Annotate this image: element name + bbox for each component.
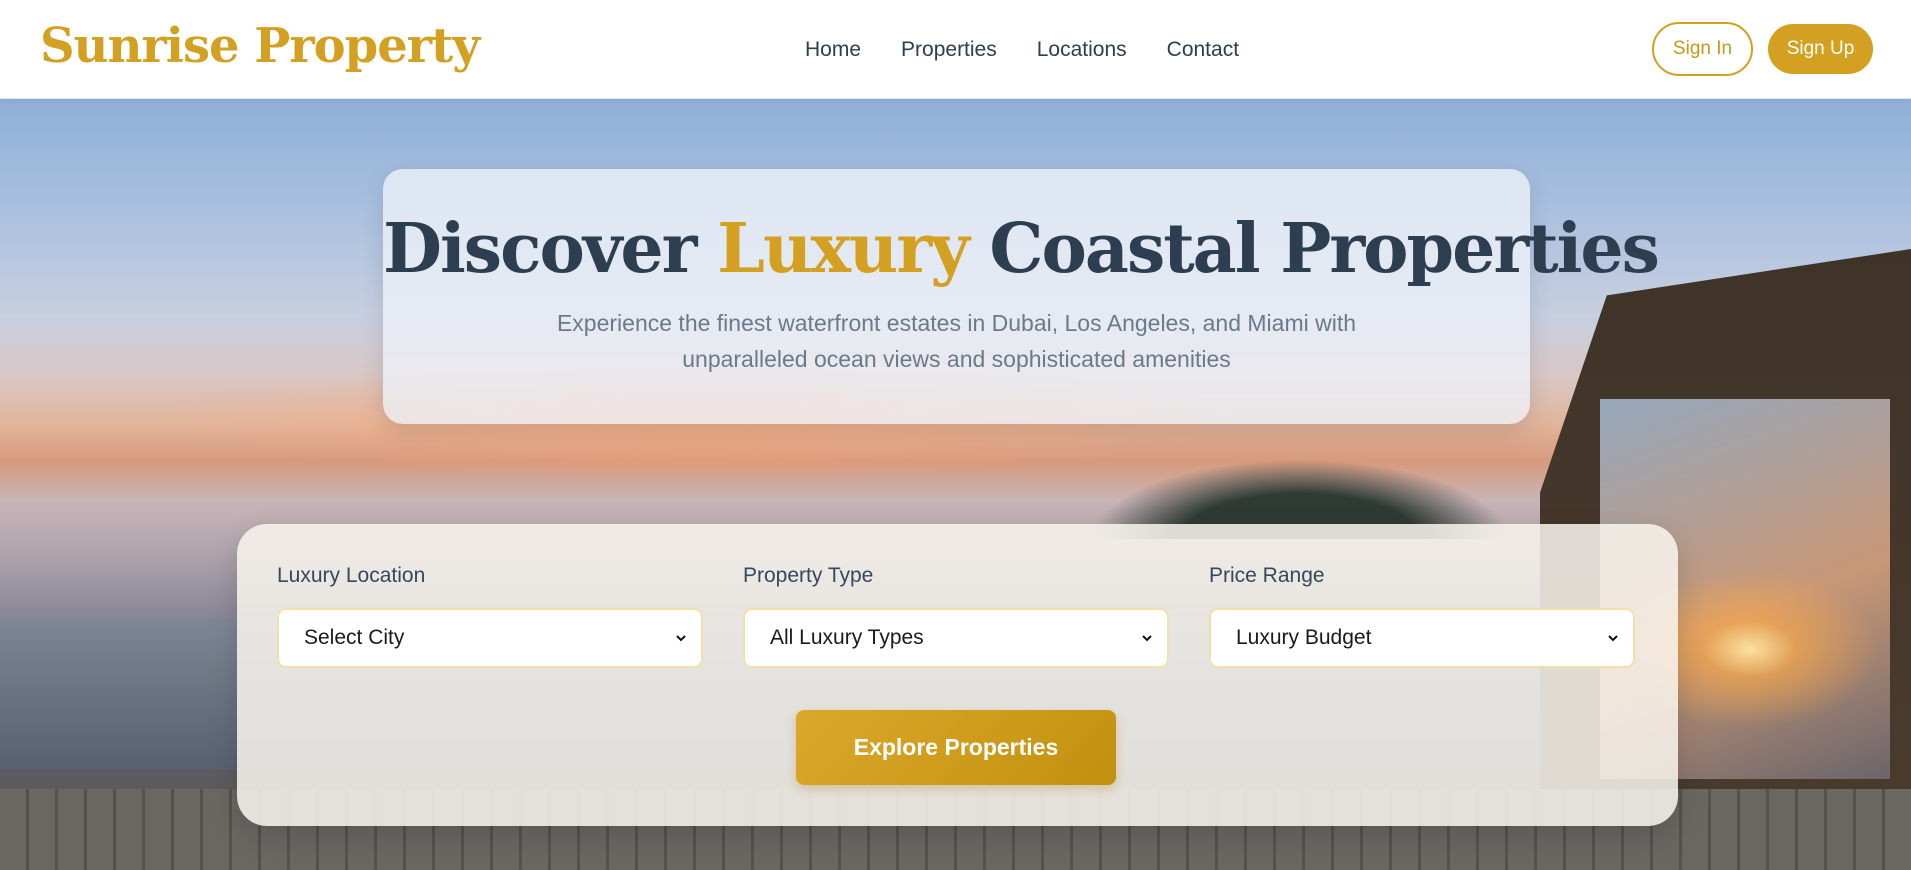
location-field: Luxury Location Select City [277, 564, 703, 668]
main-nav: Home Properties Locations Contact [805, 0, 1239, 99]
brand-logo[interactable]: Sunrise Property [40, 18, 480, 74]
nav-link-properties[interactable]: Properties [901, 38, 997, 62]
chevron-down-icon [1608, 635, 1618, 642]
hero-title-start: Discover [383, 209, 697, 289]
site-header: Sunrise Property Home Properties Locatio… [0, 0, 1911, 99]
property-type-field: Property Type All Luxury Types [743, 564, 1169, 668]
hero-title-end: Coastal Properties [989, 209, 1660, 289]
hero-subtitle: Experience the finest waterfront estates… [556, 310, 1357, 372]
hero-title-card: Discover Luxury Coastal Properties Exper… [383, 169, 1660, 424]
price-range-select[interactable]: Luxury Budget [1209, 608, 1635, 668]
sign-in-button[interactable]: Sign In [1652, 22, 1753, 76]
hero-title-accent: Luxury [717, 209, 970, 289]
price-range-label: Price Range [1209, 564, 1325, 587]
price-range-select-value: Luxury Budget [1236, 626, 1372, 649]
chevron-down-icon [1142, 635, 1152, 642]
nav-link-locations[interactable]: Locations [1037, 38, 1127, 62]
location-select[interactable]: Select City [277, 608, 703, 668]
nav-link-home[interactable]: Home [805, 38, 861, 62]
property-type-label: Property Type [743, 564, 874, 587]
location-label: Luxury Location [277, 564, 426, 587]
property-type-select-value: All Luxury Types [770, 626, 924, 649]
nav-link-contact[interactable]: Contact [1167, 38, 1239, 62]
location-select-value: Select City [304, 626, 405, 649]
property-type-select[interactable]: All Luxury Types [743, 608, 1169, 668]
property-search-panel: Luxury Location Select City Property Typ… [237, 524, 1678, 826]
chevron-down-icon [676, 635, 686, 642]
sign-up-button[interactable]: Sign Up [1768, 24, 1873, 74]
price-range-field: Price Range Luxury Budget [1209, 564, 1635, 668]
hero-title: Discover Luxury Coastal Properties [383, 209, 1660, 289]
explore-properties-button[interactable]: Explore Properties [796, 710, 1116, 785]
